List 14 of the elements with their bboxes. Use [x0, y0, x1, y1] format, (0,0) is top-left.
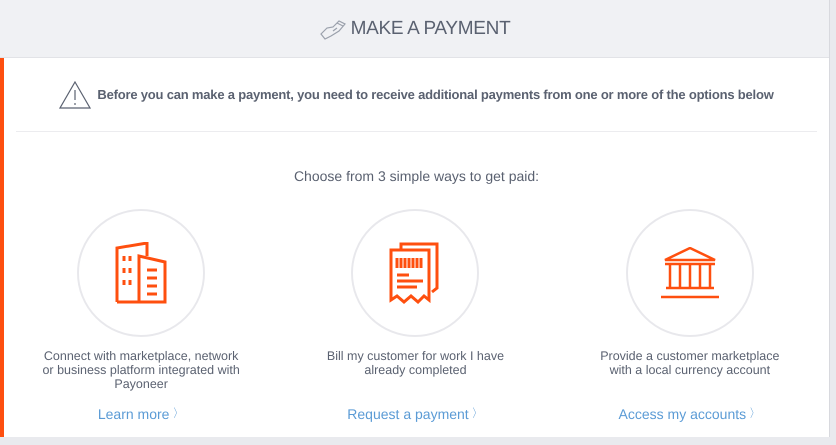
option-description: Connect with marketplace, network or business platform integrated with Payoneer — [41, 349, 241, 391]
option-description: Bill my customer for work I have already completed — [326, 349, 506, 379]
warning-icon — [59, 80, 92, 108]
buildings-icon — [115, 242, 168, 304]
option-link[interactable]: Learn more 〉 — [98, 405, 184, 422]
page-title: MAKE A PAYMENT — [350, 18, 510, 40]
hand-card-icon — [318, 18, 347, 40]
option-link[interactable]: Request a payment 〉 — [347, 405, 484, 422]
warning-message: Before you can make a payment, you need to receive additional payments from one or more of the options below — [97, 87, 774, 102]
option-link[interactable]: Access my accounts 〉 — [618, 405, 762, 422]
option-description: Provide a customer marketplace with a local currency account — [599, 349, 780, 379]
invoice-icon — [389, 242, 442, 304]
bank-icon — [660, 247, 720, 299]
intro-text: Choose from 3 simple ways to get paid: — [292, 168, 540, 184]
